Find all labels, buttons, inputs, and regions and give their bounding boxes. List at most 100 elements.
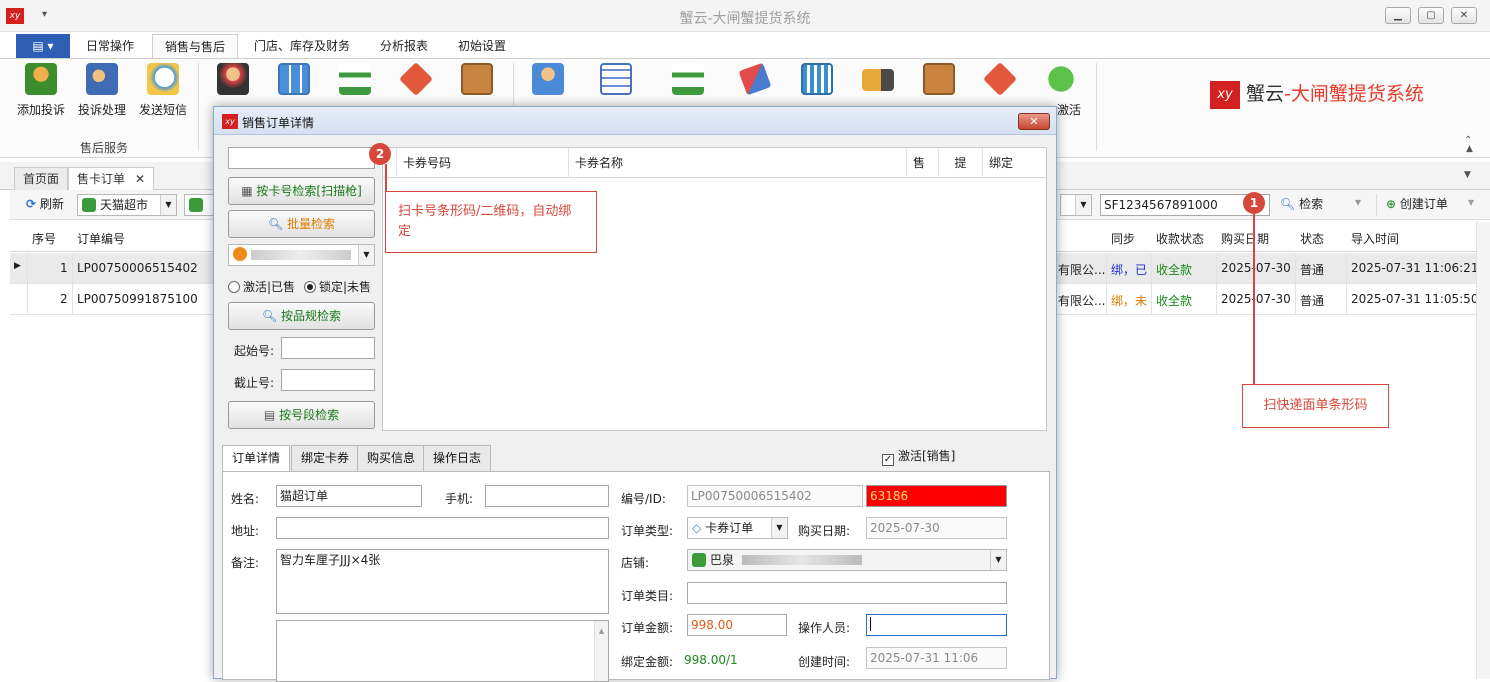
end-no-label: 截止号:	[234, 376, 275, 390]
ribbon-button-cart[interactable]	[789, 63, 845, 95]
toolbar-separator	[1376, 194, 1377, 216]
order-id-extra[interactable]: 63186	[866, 485, 1007, 507]
doc-tab-card-orders[interactable]: 售卡订单 ✕	[68, 167, 155, 190]
ribbon-button-org[interactable]	[327, 63, 383, 95]
address-input[interactable]	[276, 517, 609, 539]
doc-tab-label: 售卡订单	[77, 172, 126, 186]
create-dropdown-icon[interactable]: ▾	[1468, 195, 1474, 209]
file-menu-button[interactable]: ▤ ▾	[16, 34, 70, 58]
tab-order-detail[interactable]: 订单详情	[222, 445, 291, 472]
col-card-name[interactable]: 卡券名称	[569, 148, 907, 178]
col-sync[interactable]: 同步	[1111, 230, 1135, 247]
checkbox-checked-icon: ✓	[882, 454, 894, 466]
shop-select[interactable]: 天猫超市 ▼	[77, 194, 177, 216]
ribbon-button-grid[interactable]	[266, 63, 322, 95]
tab-list-dropdown-icon[interactable]: ▼	[1464, 170, 1471, 180]
tab-bind-cards[interactable]: 绑定卡券	[291, 445, 360, 471]
send-sms-button[interactable]: 发送短信	[135, 63, 191, 118]
ribbon-button-person[interactable]	[205, 63, 261, 95]
col-import-time[interactable]: 导入时间	[1351, 230, 1399, 247]
name-input[interactable]: 猫超订单	[276, 485, 422, 507]
purchase-date-input[interactable]: 2025-07-30	[866, 517, 1007, 539]
refresh-button[interactable]: ⟳ 刷新	[26, 195, 64, 212]
col-card-code[interactable]: 卡券号码	[397, 148, 569, 178]
batch-search-button[interactable]: 🔍︎ 批量检索	[228, 210, 375, 238]
ribbon-button-truck[interactable]	[850, 63, 906, 91]
close-button[interactable]: ✕	[1451, 7, 1477, 24]
radio-activate-sold[interactable]: 激活|已售	[228, 278, 295, 295]
close-tab-icon[interactable]: ✕	[135, 168, 145, 190]
end-no-input[interactable]	[281, 369, 375, 391]
col-status[interactable]: 状态	[1300, 230, 1324, 247]
grid-scrollbar[interactable]	[1476, 222, 1490, 679]
start-no-input[interactable]	[281, 337, 375, 359]
radio-lock-unsold[interactable]: 锁定|未售	[304, 278, 371, 295]
search-by-spec-button[interactable]: 🔍︎ 按品规检索	[228, 302, 375, 330]
search-button[interactable]: 🔍︎ 检索	[1280, 195, 1323, 212]
tab-reports[interactable]: 分析报表	[368, 34, 440, 58]
ribbon-button-box[interactable]	[449, 63, 505, 95]
shop-select[interactable]: 巴泉 ▼	[687, 549, 1007, 571]
order-id-input[interactable]: LP00750006515402	[687, 485, 863, 507]
ribbon-button-org-2[interactable]	[660, 63, 716, 95]
spec-select[interactable]: ▼	[228, 244, 375, 266]
operator-input[interactable]	[866, 614, 1007, 636]
activate-sale-checkbox[interactable]: ✓ 激活[销售]	[882, 447, 955, 466]
tab-purchase-info[interactable]: 购买信息	[357, 445, 426, 471]
textarea-scrollbar[interactable]: ▲	[594, 621, 608, 681]
cart-icon	[801, 63, 833, 95]
shop-label: 店铺:	[621, 556, 650, 570]
operator-label: 操作人员:	[798, 621, 851, 635]
created-time-input[interactable]: 2025-07-31 11:06	[866, 647, 1007, 669]
ribbon-button-box-2[interactable]	[911, 63, 967, 95]
handle-complaint-button[interactable]: 投诉处理	[74, 63, 130, 118]
tab-operation-log[interactable]: 操作日志	[423, 445, 492, 471]
col-order-no[interactable]: 订单编号	[77, 230, 125, 247]
dialog-close-button[interactable]: ✕	[1018, 113, 1050, 130]
doc-tab-home[interactable]: 首页面	[14, 167, 69, 190]
ribbon-button-calendar[interactable]	[588, 63, 644, 95]
col-seq[interactable]: 序号	[32, 230, 56, 247]
order-amount-input[interactable]: 998.00	[687, 614, 787, 636]
search-by-range-button[interactable]: ▤ 按号段检索	[228, 401, 375, 429]
order-category-input[interactable]	[687, 582, 1007, 604]
ribbon-separator	[198, 63, 199, 151]
col-pay-status[interactable]: 收款状态	[1156, 230, 1204, 247]
cell-order-no: LP00750991875100	[77, 292, 198, 306]
ribbon-button-tag[interactable]	[388, 62, 444, 96]
tab-store-inventory[interactable]: 门店、库存及财务	[242, 34, 362, 58]
col-date[interactable]: 购买日期	[1221, 230, 1269, 247]
order-detail-panel: 姓名: 猫超订单 手机: 地址: 备注: 智力车厘子JJJ×4张 ▲ 编号/ID…	[222, 471, 1050, 682]
tag-icon	[983, 62, 1017, 96]
order-type-select[interactable]: ◇ 卡券订单 ▼	[687, 517, 788, 539]
field-select[interactable]: ▼	[1060, 194, 1092, 216]
shop-select-2[interactable]	[184, 194, 214, 216]
col-sold[interactable]: 售	[907, 148, 939, 178]
bind-amount-value: 998.00/1	[684, 653, 738, 667]
ribbon-button-person-2[interactable]	[520, 63, 576, 95]
remark-label: 备注:	[231, 556, 260, 570]
tab-sales[interactable]: 销售与售后	[152, 34, 239, 58]
callout-badge-2: 2	[369, 143, 391, 165]
remark-textarea[interactable]: 智力车厘子JJJ×4张	[276, 549, 609, 614]
tab-daily[interactable]: 日常操作	[74, 34, 146, 58]
maximize-button[interactable]: ▢	[1418, 7, 1444, 24]
title-bar: xy ▾ 蟹云-大闸蟹提货系统 ▁ ▢ ✕	[0, 0, 1490, 32]
ribbon-button-eraser[interactable]	[727, 62, 783, 96]
search-icon: 🔍︎	[261, 309, 278, 323]
tab-settings[interactable]: 初始设置	[446, 34, 518, 58]
extra-textarea[interactable]: ▲	[276, 620, 609, 682]
col-picked[interactable]: 提	[939, 148, 983, 178]
search-dropdown-icon[interactable]: ▾	[1355, 195, 1361, 209]
scroll-up-icon[interactable]: ▲	[1466, 144, 1473, 154]
phone-input[interactable]	[485, 485, 609, 507]
add-complaint-icon	[25, 63, 57, 95]
ribbon-button-tag-2[interactable]	[972, 62, 1028, 96]
col-bound[interactable]: 绑定	[983, 148, 1046, 178]
minimize-button[interactable]: ▁	[1385, 7, 1411, 24]
card-scan-input[interactable]	[228, 147, 375, 169]
create-order-button[interactable]: ⊕ 创建订单	[1386, 195, 1448, 212]
add-circle-icon: ⊕	[1386, 197, 1397, 211]
search-by-card-button[interactable]: ▦ 按卡号检索[扫描枪]	[228, 177, 375, 205]
add-complaint-button[interactable]: 添加投诉	[13, 63, 69, 118]
